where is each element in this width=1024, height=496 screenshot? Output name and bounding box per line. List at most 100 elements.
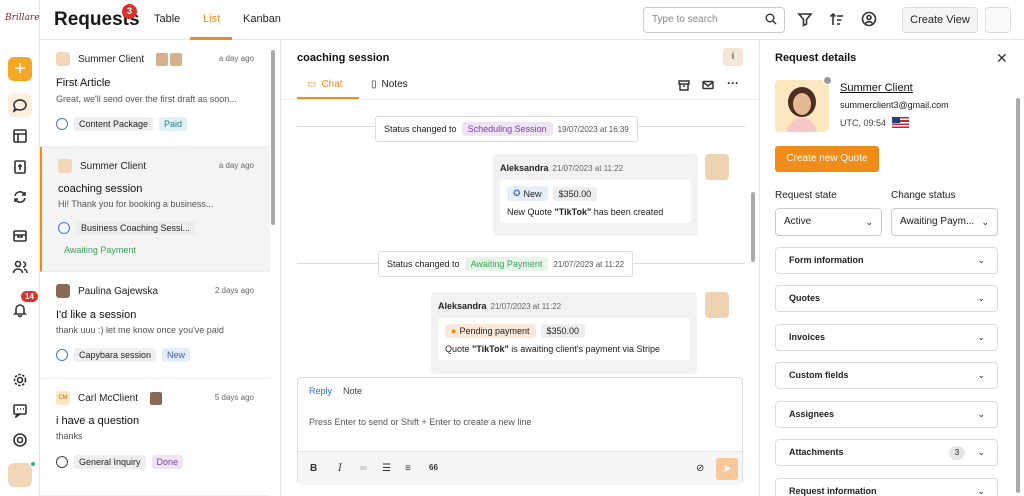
quote-card[interactable]: ● Pending payment $350.00 Quote "TikTok" … xyxy=(438,318,690,360)
message-time: 21/07/2023 at 11:22 xyxy=(552,164,624,173)
status-badge: Done xyxy=(151,455,184,469)
message-author: Aleksandra xyxy=(438,301,487,311)
reply-composer[interactable]: Reply Note Press Enter to send or Shift … xyxy=(297,377,743,485)
client-status-dot xyxy=(823,76,832,85)
link-icon[interactable]: ∞ xyxy=(360,463,367,474)
message-icon[interactable] xyxy=(8,398,32,422)
item-subject: First Article xyxy=(56,77,111,89)
item-time: a day ago xyxy=(218,161,254,170)
quote-icon[interactable]: 66 xyxy=(429,463,438,472)
filter-icon[interactable] xyxy=(797,11,815,29)
list-item[interactable]: Paulina Gajewska 2 days ago I'd like a s… xyxy=(40,272,270,379)
account-icon[interactable] xyxy=(861,11,879,29)
section-invoices[interactable]: Invoices ⌄ xyxy=(775,324,998,351)
list-item[interactable]: Summer Client a day ago First Article Gr… xyxy=(40,40,270,147)
tab-kanban[interactable]: Kanban xyxy=(243,13,281,25)
close-icon[interactable]: ✕ xyxy=(996,50,1008,67)
section-label: Custom fields xyxy=(789,370,849,380)
invoice-icon[interactable] xyxy=(8,155,32,179)
client-photo xyxy=(775,80,829,132)
reply-input[interactable]: Press Enter to send or Shift + Enter to … xyxy=(309,417,531,427)
brand-logo[interactable]: Brillare xyxy=(5,8,40,28)
archive-icon[interactable] xyxy=(678,79,690,91)
dollar-icon: ● xyxy=(451,326,457,336)
tab-chat[interactable]: ▭ Chat xyxy=(307,79,343,90)
request-state-select[interactable]: Active ⌄ xyxy=(775,208,882,236)
bullet-list-icon[interactable]: ☰ xyxy=(382,463,391,474)
section-label: Invoices xyxy=(789,332,826,342)
event-status: Awaiting Payment xyxy=(464,257,549,271)
quote-amount: $350.00 xyxy=(540,324,586,338)
list-scrollbar[interactable] xyxy=(271,50,275,225)
send-button[interactable]: ➤ xyxy=(716,458,738,480)
service-tag: Capybara session xyxy=(74,348,157,362)
section-custom-fields[interactable]: Custom fields ⌄ xyxy=(775,362,998,389)
chevron-down-icon: ⌄ xyxy=(865,217,873,227)
item-preview: Hi! Thank you for booking a business... xyxy=(58,199,214,209)
notification-badge: 14 xyxy=(21,291,38,302)
request-state-label: Request state xyxy=(775,190,837,201)
change-status-select[interactable]: Awaiting Paym... ⌄ xyxy=(891,208,998,236)
settings-icon[interactable] xyxy=(8,368,32,392)
tab-note[interactable]: Note xyxy=(343,386,362,396)
chat-bubbles-icon: ▭ xyxy=(307,79,317,90)
create-quote-button[interactable]: Create new Quote xyxy=(775,146,879,172)
sort-icon[interactable] xyxy=(829,11,847,29)
section-assignees[interactable]: Assignees ⌄ xyxy=(775,401,998,428)
tab-reply[interactable]: Reply xyxy=(309,386,332,396)
item-preview: Great, we'll send over the first draft a… xyxy=(56,94,237,104)
clock-icon xyxy=(56,456,68,468)
details-scrollbar[interactable] xyxy=(1016,98,1020,493)
message-bubble: Aleksandra 21/07/2023 at 11:22 ● Pending p… xyxy=(431,292,697,374)
mail-icon[interactable] xyxy=(702,79,714,91)
online-status-dot xyxy=(30,461,36,467)
chat-icon[interactable] xyxy=(8,93,32,117)
status-badge: Paid xyxy=(159,117,188,131)
chevron-down-icon: ⌄ xyxy=(977,409,985,419)
chevron-down-icon: ⌄ xyxy=(977,447,985,457)
chat-title: coaching session xyxy=(297,52,390,64)
search-icon[interactable] xyxy=(765,13,777,25)
assignee-avatars xyxy=(150,391,163,405)
list-item[interactable]: Summer Client a day ago coaching session… xyxy=(40,147,270,272)
tab-table[interactable]: Table xyxy=(154,13,180,25)
attachment-icon[interactable]: ⊘ xyxy=(696,463,704,474)
numbered-list-icon[interactable]: ≡ xyxy=(405,463,411,474)
section-quotes[interactable]: Quotes ⌄ xyxy=(775,285,998,312)
section-label: Assignees xyxy=(789,409,835,419)
list-item[interactable]: CM Carl McClient 5 days ago i have a ques… xyxy=(40,379,270,496)
quote-status-label: Pending payment xyxy=(459,326,530,336)
info-icon[interactable]: i xyxy=(723,48,743,66)
save-view-button[interactable] xyxy=(985,7,1011,33)
plus-icon[interactable]: + xyxy=(8,57,32,81)
note-icon: ▯ xyxy=(371,79,377,90)
item-preview: thanks xyxy=(56,431,83,441)
bold-icon[interactable]: B xyxy=(310,463,317,474)
tab-notes[interactable]: ▯ Notes xyxy=(371,79,408,90)
search-input[interactable]: Type to search xyxy=(643,7,785,33)
users-icon[interactable] xyxy=(8,255,32,279)
quote-name: "TikTok" xyxy=(554,207,592,217)
chat-scrollbar[interactable] xyxy=(751,192,755,262)
layout-icon[interactable] xyxy=(8,124,32,148)
section-form-information[interactable]: Form information ⌄ xyxy=(775,247,998,274)
more-icon[interactable]: ··· xyxy=(727,77,739,91)
request-state-value: Active xyxy=(784,216,812,227)
help-icon[interactable] xyxy=(8,428,32,452)
user-avatar[interactable] xyxy=(8,463,32,487)
author-avatar xyxy=(705,292,729,318)
formatting-toolbar: B I ∞ ☰ ≡ 66 ⊘ ➤ xyxy=(298,451,742,485)
quote-text: New Quote "TikTok" has been created xyxy=(507,207,684,217)
client-avatar xyxy=(58,159,72,173)
create-view-button[interactable]: Create View xyxy=(902,7,978,33)
section-attachments[interactable]: Attachments 3 ⌄ xyxy=(775,439,998,466)
sync-icon[interactable] xyxy=(8,185,32,209)
box-icon[interactable] xyxy=(8,224,32,248)
client-name-link[interactable]: Summer Client xyxy=(840,82,913,94)
section-request-information[interactable]: Request information ⌄ xyxy=(775,478,998,496)
italic-icon[interactable]: I xyxy=(338,463,342,474)
item-time: 2 days ago xyxy=(214,286,254,295)
quote-card[interactable]: ✪ New $350.00 New Quote "TikTok" has been… xyxy=(500,180,691,223)
quote-text-after: is awaiting client's payment via Stripe xyxy=(508,344,661,354)
tab-list[interactable]: List xyxy=(203,13,220,25)
